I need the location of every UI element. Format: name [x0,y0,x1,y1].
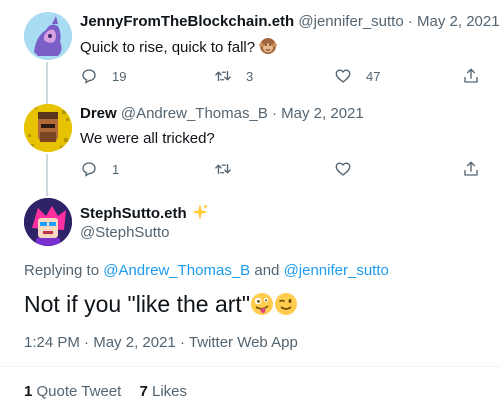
share-icon [464,68,478,83]
tweet-metadata: 1:24 PM · May 2, 2021 · Twitter Web App [24,333,298,353]
tweet-actions: 19 3 47 [80,65,480,87]
main-tweet-text: Not if you "like the art" [24,290,298,322]
reply-count: 19 [112,68,127,84]
dot-separator: · [84,334,90,351]
tweet-time[interactable]: 1:24 PM [24,334,80,351]
tweet-header: Drew @Andrew_Thomas_B · May 2, 2021 [80,104,364,124]
winking-face-icon [274,292,298,322]
like-count: 7 [139,383,148,400]
zany-face-icon [250,292,274,322]
reply-button[interactable]: 19 [80,65,126,87]
share-button[interactable] [462,158,480,180]
avatar[interactable] [24,12,72,60]
tweet-text-content: Quick to rise, quick to fall? [80,39,256,56]
quote-count: 1 [24,383,33,400]
retweet-button[interactable]: 3 [214,65,253,87]
avatar[interactable] [24,104,72,152]
share-button[interactable] [462,65,480,87]
display-name[interactable]: JennyFromTheBlockchain.eth [80,13,294,30]
like-count: 47 [366,68,381,84]
engagement-stats: 1 Quote Tweet 7 Likes [24,382,187,402]
like-label: Likes [151,383,188,400]
tweet-actions: 1 [80,158,480,180]
reply-icon [82,162,96,177]
thread-line [46,62,48,106]
retweet-icon [215,70,231,82]
retweet-button[interactable] [214,158,232,180]
quote-label: Quote Tweet [36,383,122,400]
display-name[interactable]: StephSutto.eth [80,205,187,222]
replying-to-label: Replying to [24,262,100,279]
like-button[interactable]: 47 [334,65,380,87]
quote-tweets-link[interactable]: 1 Quote Tweet [24,383,125,400]
dot-separator: · [272,105,277,122]
handle[interactable]: @jennifer_sutto [298,13,403,30]
tweet-source[interactable]: Twitter Web App [189,334,298,351]
dot-separator: · [179,334,185,351]
reply-button[interactable]: 1 [80,158,119,180]
heart-icon [335,69,351,83]
tweet-date[interactable]: May 2, 2021 [93,334,176,351]
author-handle[interactable]: @StephSutto [80,223,169,243]
main-tweet-text-content: Not if you "like the art" [24,291,250,317]
tweet-text: Quick to rise, quick to fall? [80,37,277,61]
tweet-date[interactable]: May 2, 2021 [417,13,500,30]
divider [0,366,500,367]
tweet-date[interactable]: May 2, 2021 [281,105,364,122]
replying-to-and: and [254,262,280,279]
retweet-icon [215,163,231,175]
heart-icon [335,162,351,176]
handle[interactable]: @Andrew_Thomas_B [121,105,268,122]
likes-link[interactable]: 7 Likes [139,383,187,400]
tweet-text: We were all tricked? [80,130,215,147]
monkey-face-icon [259,37,277,61]
thread-line [46,154,48,196]
reply-count: 1 [112,161,120,177]
reply-icon [82,69,96,84]
mention-link[interactable]: @Andrew_Thomas_B [103,262,250,279]
replying-to: Replying to @Andrew_Thomas_B and @jennif… [24,261,389,281]
sparkles-icon [191,203,209,227]
display-name[interactable]: Drew [80,105,117,122]
like-button[interactable] [334,158,352,180]
share-icon [464,161,478,176]
mention-link[interactable]: @jennifer_sutto [284,262,389,279]
dot-separator: · [407,13,413,30]
avatar[interactable] [24,198,72,246]
tweet-header: JennyFromTheBlockchain.eth @jennifer_sut… [80,12,500,32]
retweet-count: 3 [246,68,254,84]
